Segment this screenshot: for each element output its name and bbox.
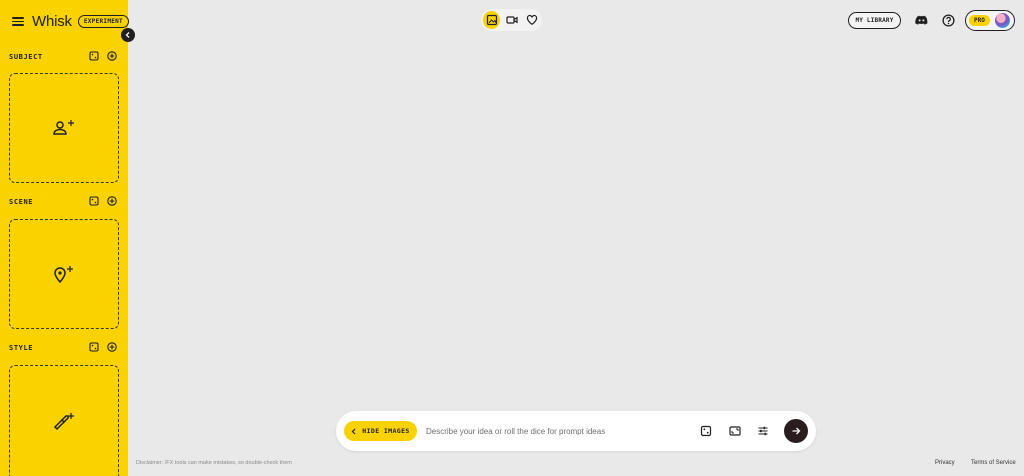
brush-add-icon xyxy=(53,413,74,431)
logo-row: Whisk EXPERIMENT xyxy=(12,12,129,30)
favorites-heart-icon xyxy=(526,15,537,25)
image-mode-icon xyxy=(486,14,497,26)
hide-images-button[interactable]: HIDE IMAGES xyxy=(344,421,417,441)
add-circle-icon[interactable] xyxy=(107,342,117,352)
style-drop-zone[interactable] xyxy=(9,365,119,476)
hamburger-menu-icon[interactable] xyxy=(12,16,24,26)
aspect-ratio-icon xyxy=(729,426,741,436)
pro-badge: PRO xyxy=(969,15,990,26)
discord-icon xyxy=(914,15,927,25)
random-prompt-button[interactable] xyxy=(699,424,713,438)
dice-icon[interactable] xyxy=(89,196,99,206)
style-section-header: STYLE xyxy=(9,342,119,354)
subject-title: SUBJECT xyxy=(9,53,43,61)
help-button[interactable] xyxy=(941,13,955,27)
terms-link[interactable]: Terms of Service xyxy=(971,460,1016,466)
prompt-bar: HIDE IMAGES xyxy=(336,411,816,451)
subject-drop-zone[interactable] xyxy=(9,73,119,183)
chevron-left-icon xyxy=(351,428,356,434)
style-title: STYLE xyxy=(9,344,34,352)
scene-title: SCENE xyxy=(9,198,34,206)
scene-section-header: SCENE xyxy=(9,196,119,208)
dice-icon[interactable] xyxy=(89,51,99,61)
disclaimer-text: Disclaimer: /FX tools can make mistakes,… xyxy=(136,460,292,466)
add-circle-icon[interactable] xyxy=(107,51,117,61)
collapse-sidebar-button[interactable] xyxy=(121,28,135,42)
avatar[interactable] xyxy=(994,13,1010,28)
person-add-icon xyxy=(53,120,74,135)
location-add-icon xyxy=(54,266,73,284)
mode-toggle xyxy=(481,9,542,31)
add-circle-icon[interactable] xyxy=(107,196,117,206)
discord-button[interactable] xyxy=(914,13,928,27)
sidebar: Whisk EXPERIMENT SUBJECT SCENE STYLE xyxy=(0,0,129,476)
prompt-input[interactable] xyxy=(426,423,686,439)
submit-button[interactable] xyxy=(784,419,808,443)
sliders-icon xyxy=(758,426,768,436)
video-mode-icon xyxy=(505,16,518,24)
my-library-button[interactable]: MY LIBRARY xyxy=(848,12,901,29)
privacy-link[interactable]: Privacy xyxy=(935,460,955,466)
account-pill[interactable]: PRO xyxy=(965,10,1015,31)
experiment-badge: EXPERIMENT xyxy=(77,14,129,28)
arrow-right-icon xyxy=(792,427,801,435)
dice-icon[interactable] xyxy=(89,342,99,352)
dice-icon xyxy=(700,425,712,437)
hide-images-label: HIDE IMAGES xyxy=(362,427,410,435)
image-mode-button[interactable] xyxy=(483,11,500,29)
video-mode-button[interactable] xyxy=(503,11,520,29)
chevron-left-icon xyxy=(125,32,130,38)
scene-drop-zone[interactable] xyxy=(9,219,119,329)
aspect-ratio-button[interactable] xyxy=(728,424,742,438)
favorites-button[interactable] xyxy=(523,11,540,29)
app-title: Whisk xyxy=(32,12,72,30)
subject-section-header: SUBJECT xyxy=(9,51,119,63)
help-circle-icon xyxy=(941,13,955,27)
settings-button[interactable] xyxy=(756,424,770,438)
